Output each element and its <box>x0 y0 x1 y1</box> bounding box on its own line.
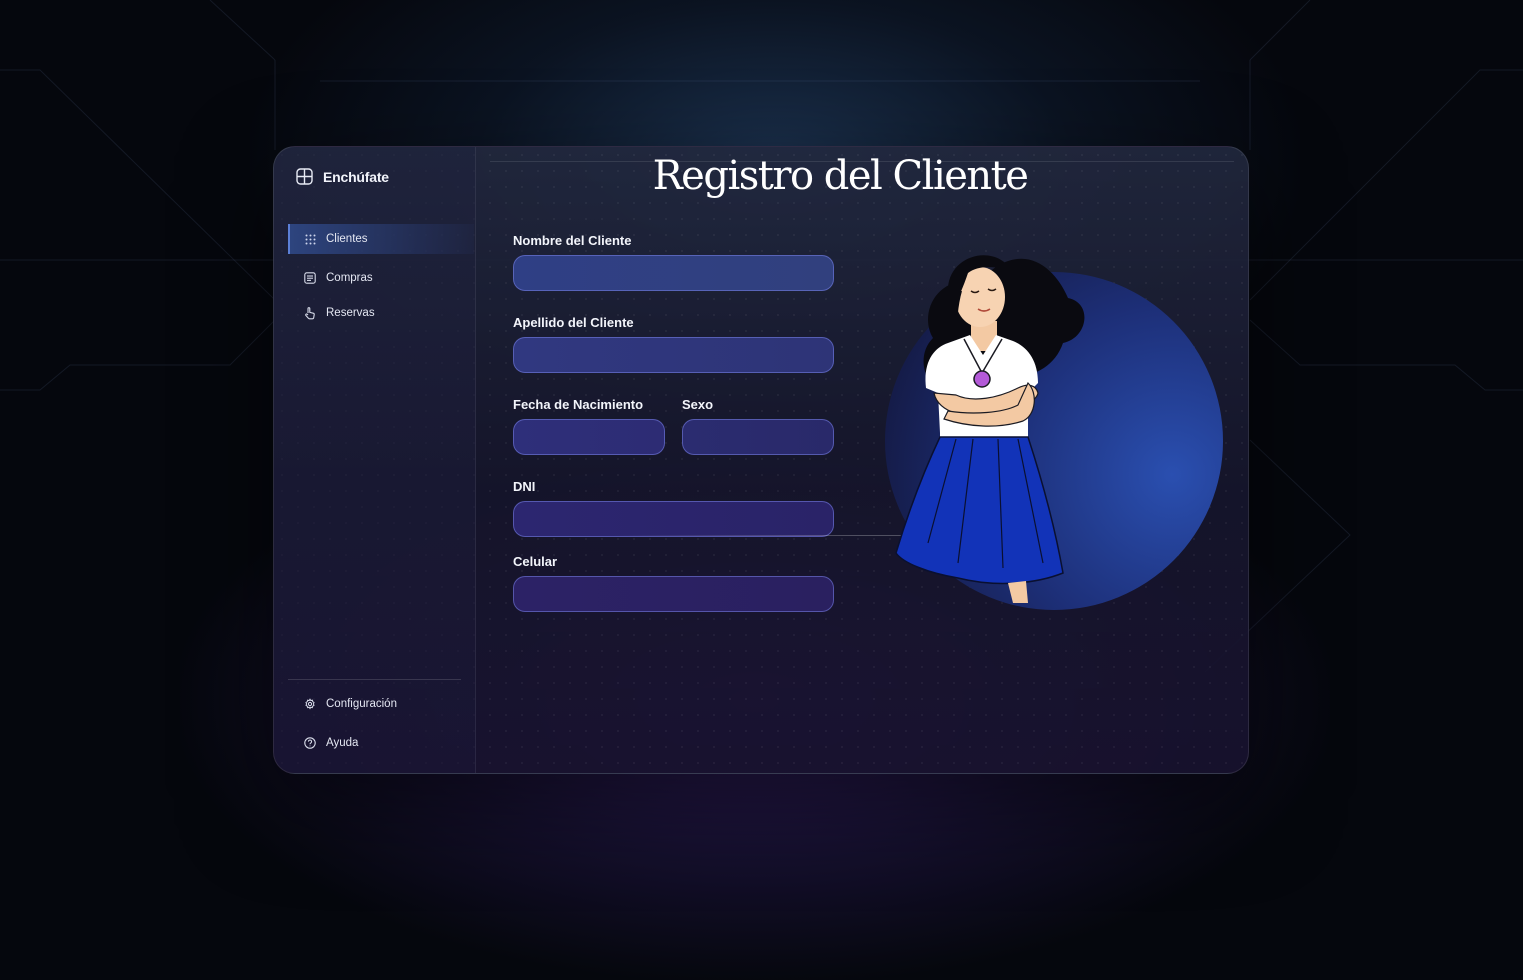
fecha-nacimiento-input[interactable] <box>513 419 665 455</box>
apellido-input[interactable] <box>513 337 834 373</box>
brand[interactable]: Enchúfate <box>296 168 389 185</box>
grid-dots-icon <box>304 233 316 245</box>
sidebar-divider <box>288 679 461 680</box>
sidebar-item-label: Configuración <box>326 698 397 710</box>
brand-name: Enchúfate <box>323 168 389 185</box>
dni-input[interactable] <box>513 501 834 537</box>
layout-grid-icon <box>296 168 313 185</box>
app-window: Enchúfate Clientes Compras Reservas Conf… <box>273 146 1249 774</box>
sexo-input[interactable] <box>682 419 834 455</box>
fecha-nacimiento-label: Fecha de Nacimiento <box>513 397 644 412</box>
sidebar-item-label: Ayuda <box>326 737 359 749</box>
list-doc-icon <box>304 272 316 284</box>
nombre-label: Nombre del Cliente <box>513 233 632 248</box>
main-content: Registro del Cliente Nombre del Cliente … <box>476 147 1248 773</box>
help-circle-icon <box>304 737 316 749</box>
sidebar-item-configuracion[interactable]: Configuración <box>288 689 474 719</box>
sidebar: Enchúfate Clientes Compras Reservas Conf… <box>274 147 476 773</box>
sexo-label: Sexo <box>682 397 714 412</box>
apellido-label: Apellido del Cliente <box>513 315 634 330</box>
sidebar-item-ayuda[interactable]: Ayuda <box>288 728 474 758</box>
sidebar-item-label: Clientes <box>326 233 368 245</box>
sidebar-item-compras[interactable]: Compras <box>288 263 474 293</box>
sidebar-item-label: Compras <box>326 272 373 284</box>
page-title: Registro del Cliente <box>652 153 1029 199</box>
dni-label: DNI <box>513 479 536 494</box>
nombre-input[interactable] <box>513 255 834 291</box>
hand-pointer-icon <box>304 306 316 319</box>
celular-input[interactable] <box>513 576 834 612</box>
sidebar-item-clientes[interactable]: Clientes <box>288 224 474 254</box>
celular-label: Celular <box>513 554 558 569</box>
sidebar-item-label: Reservas <box>326 307 375 319</box>
sidebar-item-reservas[interactable]: Reservas <box>288 298 474 328</box>
gear-icon <box>304 698 316 710</box>
woman-arms-crossed-illustration <box>885 255 1223 610</box>
